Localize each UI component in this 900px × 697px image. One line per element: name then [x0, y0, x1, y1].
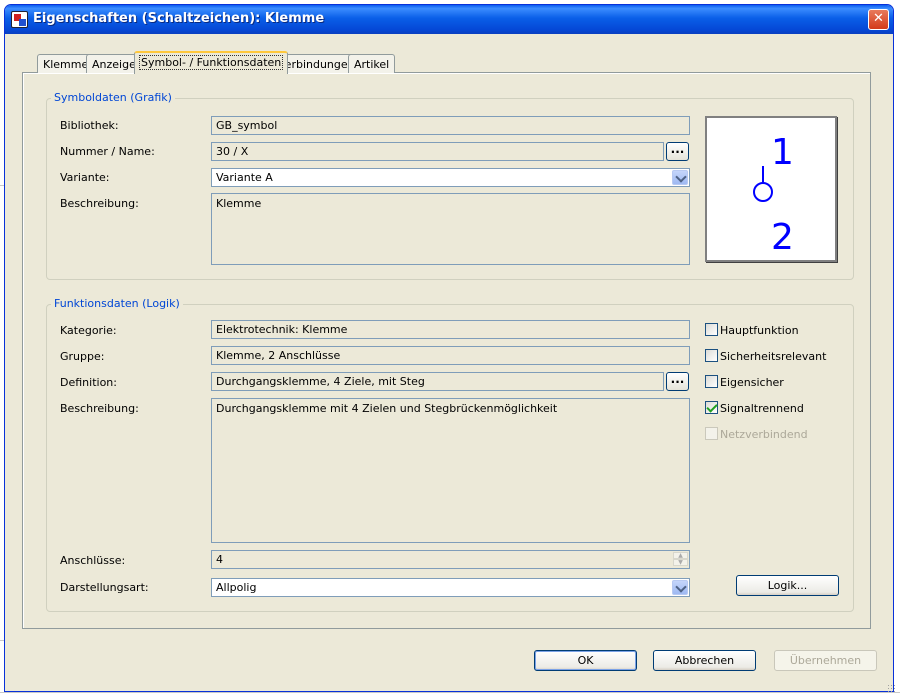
resize-grip-icon[interactable]: [887, 684, 897, 694]
terminal-number-bottom: 2: [771, 217, 794, 258]
sicherheitsrelevant-label[interactable]: Sicherheitsrelevant: [720, 350, 826, 363]
definition-browse-button[interactable]: ...: [666, 372, 689, 391]
cancel-button[interactable]: Abbrechen: [653, 650, 756, 671]
terminal-circle: [753, 182, 773, 202]
anschluesse-value: 4: [216, 553, 223, 566]
close-icon: ✕: [873, 11, 884, 26]
sicherheitsrelevant-checkbox[interactable]: [705, 349, 718, 362]
variante-select[interactable]: Variante A: [211, 168, 690, 187]
terminal-symbol-graphic: 1 2: [753, 132, 794, 258]
function-data-legend: Funktionsdaten (Logik): [51, 297, 183, 310]
stepper-arrows[interactable]: ▲ ▼: [673, 552, 688, 567]
terminal-number-top: 1: [771, 132, 794, 173]
variante-label: Variante:: [60, 171, 110, 184]
definition-field[interactable]: Durchgangsklemme, 4 Ziele, mit Steg: [211, 372, 664, 391]
anschluesse-stepper[interactable]: 4 ▲ ▼: [211, 550, 690, 569]
anschluesse-label: Anschlüsse:: [60, 554, 126, 567]
chevron-down-icon[interactable]: [672, 580, 688, 595]
kategorie-label: Kategorie:: [60, 324, 117, 337]
kategorie-field[interactable]: Elektrotechnik: Klemme: [211, 320, 690, 339]
tab-artikel[interactable]: Artikel: [348, 54, 396, 73]
netzverbindend-checkbox: [705, 427, 718, 440]
eigensicher-label[interactable]: Eigensicher: [720, 376, 784, 389]
nummer-label: Nummer / Name:: [60, 145, 155, 158]
hauptfunktion-label[interactable]: Hauptfunktion: [720, 324, 799, 337]
chevron-down-icon[interactable]: [672, 170, 688, 185]
title-bar[interactable]: Eigenschaften (Schaltzeichen): Klemme ✕: [5, 5, 893, 34]
apply-button: Übernehmen: [774, 650, 877, 671]
nummer-browse-button[interactable]: ...: [666, 142, 689, 161]
stepper-up-icon: ▲: [673, 552, 688, 559]
definition-label: Definition:: [60, 376, 117, 389]
symbol-preview: 1 2: [705, 116, 837, 262]
symbol-data-legend: Symboldaten (Grafik): [51, 91, 175, 104]
signaltrennend-label[interactable]: Signaltrennend: [720, 402, 804, 415]
netzverbindend-label: Netzverbindend: [720, 428, 808, 441]
darstellung-select[interactable]: Allpolig: [211, 578, 690, 597]
stepper-down-icon: ▼: [673, 559, 688, 566]
app-icon: [11, 11, 28, 28]
funktion-beschreibung-field[interactable]: Durchgangsklemme mit 4 Zielen und Stegbr…: [211, 398, 690, 543]
nummer-field[interactable]: 30 / X: [211, 142, 664, 161]
hauptfunktion-checkbox[interactable]: [705, 323, 718, 336]
symbol-beschreibung-field[interactable]: Klemme: [211, 193, 690, 265]
close-button[interactable]: ✕: [868, 9, 889, 30]
eigensicher-checkbox[interactable]: [705, 375, 718, 388]
bibliothek-label: Bibliothek:: [60, 119, 119, 132]
gruppe-field[interactable]: Klemme, 2 Anschlüsse: [211, 346, 690, 365]
funktion-beschreibung-label: Beschreibung:: [60, 402, 139, 415]
bibliothek-field[interactable]: GB_symbol: [211, 116, 690, 135]
symbol-beschreibung-label: Beschreibung:: [60, 197, 139, 210]
window-title: Eigenschaften (Schaltzeichen): Klemme: [33, 11, 325, 26]
ok-button[interactable]: OK: [534, 650, 637, 671]
variante-value: Variante A: [216, 171, 273, 184]
logik-button[interactable]: Logik...: [736, 575, 839, 596]
darstellung-value: Allpolig: [216, 581, 257, 594]
gruppe-label: Gruppe:: [60, 350, 105, 363]
signaltrennend-checkbox[interactable]: [705, 401, 718, 414]
darstellung-label: Darstellungsart:: [60, 581, 149, 594]
tab-symbol-funktionsdaten[interactable]: Symbol- / Funktionsdaten: [134, 51, 289, 74]
background-app-line: [0, 692, 900, 693]
